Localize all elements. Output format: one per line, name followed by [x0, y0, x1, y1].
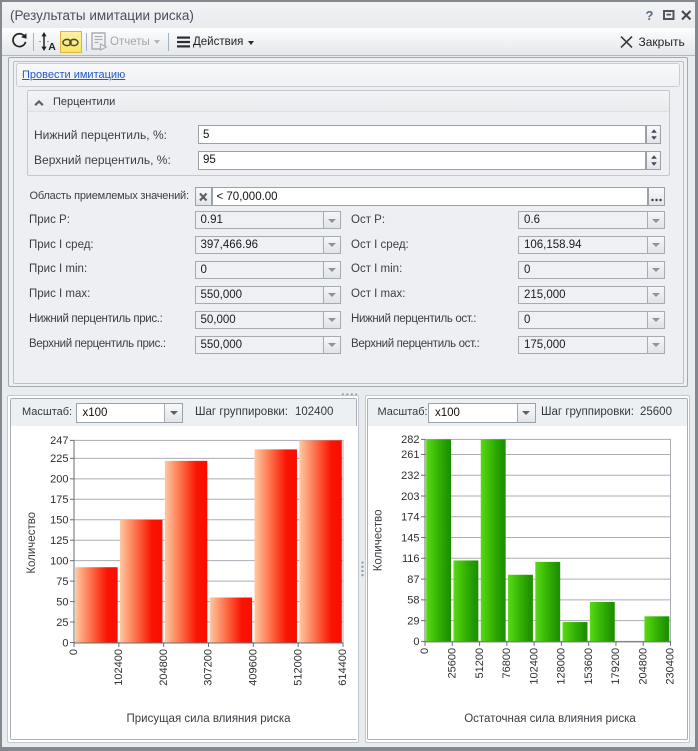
- svg-text:614400: 614400: [337, 649, 349, 686]
- svg-text:50: 50: [56, 596, 68, 608]
- svg-text:175: 175: [50, 494, 68, 506]
- svg-text:153600: 153600: [583, 648, 595, 685]
- svg-text:200: 200: [50, 474, 68, 486]
- svg-text:282: 282: [401, 434, 419, 446]
- svg-text:409600: 409600: [247, 649, 259, 686]
- svg-text:?: ?: [646, 8, 654, 22]
- svg-text:75: 75: [56, 576, 68, 588]
- svg-text:307200: 307200: [202, 649, 214, 686]
- svg-text:0: 0: [68, 649, 80, 655]
- svg-text:25: 25: [56, 617, 68, 629]
- svg-text:116: 116: [402, 553, 420, 565]
- svg-text:150: 150: [50, 515, 68, 527]
- svg-text:51200: 51200: [474, 648, 486, 679]
- svg-text:Количество: Количество: [26, 512, 38, 574]
- svg-text:Остаточная сила влияния риска: Остаточная сила влияния риска: [464, 713, 636, 725]
- svg-text:204800: 204800: [157, 649, 169, 686]
- svg-text:102400: 102400: [113, 649, 125, 686]
- svg-text:179200: 179200: [610, 648, 622, 685]
- svg-text:247: 247: [50, 435, 68, 447]
- svg-text:125: 125: [50, 535, 68, 547]
- svg-text:25600: 25600: [446, 648, 458, 679]
- svg-text:29: 29: [407, 615, 419, 627]
- svg-text:102400: 102400: [528, 648, 540, 685]
- svg-text:87: 87: [407, 574, 419, 586]
- svg-text:58: 58: [407, 595, 419, 607]
- svg-text:128000: 128000: [556, 648, 568, 685]
- svg-text:203: 203: [401, 491, 419, 503]
- svg-text:0: 0: [419, 648, 431, 654]
- svg-text:76800: 76800: [501, 648, 513, 679]
- svg-text:225: 225: [50, 453, 68, 465]
- svg-text:Количество: Количество: [373, 510, 385, 572]
- svg-text:Присущая сила влияния риска: Присущая сила влияния риска: [126, 713, 291, 725]
- svg-text:A: A: [48, 41, 56, 51]
- svg-text:174: 174: [401, 512, 419, 524]
- svg-text:512000: 512000: [292, 649, 304, 686]
- svg-text:0: 0: [62, 637, 68, 649]
- svg-text:230400: 230400: [665, 648, 677, 685]
- svg-text:0: 0: [413, 636, 419, 648]
- svg-text:261: 261: [401, 449, 419, 461]
- svg-text:100: 100: [50, 555, 68, 567]
- svg-text:145: 145: [401, 532, 419, 544]
- svg-text:204800: 204800: [637, 648, 649, 685]
- svg-text:232: 232: [401, 470, 419, 482]
